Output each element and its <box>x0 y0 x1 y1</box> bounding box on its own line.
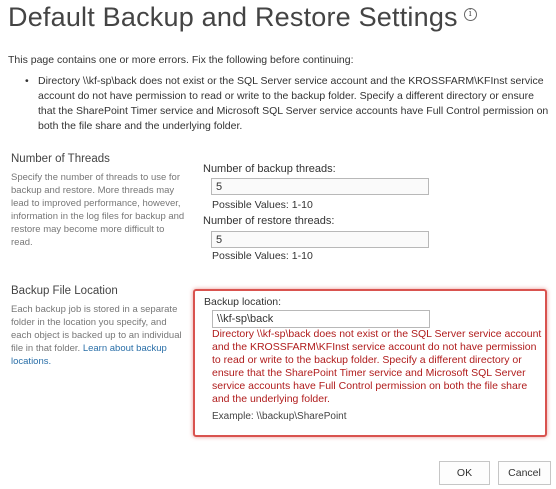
backup-threads-label: Number of backup threads: <box>203 163 336 175</box>
backup-threads-input[interactable] <box>211 178 429 195</box>
backup-location-error-box: Backup location: Directory \\kf-sp\back … <box>193 289 547 437</box>
restore-threads-label: Number of restore threads: <box>203 215 335 227</box>
backup-location-example: Example: \\backup\SharePoint <box>212 411 347 422</box>
ok-button[interactable]: OK <box>439 461 490 485</box>
restore-threads-hint: Possible Values: 1-10 <box>212 250 313 262</box>
location-section-title: Backup File Location <box>11 285 118 297</box>
threads-section-description: Specify the number of threads to use for… <box>11 172 185 248</box>
error-summary-intro: This page contains one or more errors. F… <box>8 54 354 66</box>
backup-location-input[interactable] <box>212 310 430 328</box>
backup-location-label: Backup location: <box>204 296 282 308</box>
threads-section-title: Number of Threads <box>11 153 110 165</box>
info-icon[interactable]: i <box>463 8 477 22</box>
restore-threads-input[interactable] <box>211 231 429 248</box>
error-summary-list: Directory \\kf-sp\back does not exist or… <box>24 74 550 134</box>
location-section-description: Each backup job is stored in a separate … <box>11 303 186 368</box>
cancel-button[interactable]: Cancel <box>498 461 551 485</box>
backup-location-error-message: Directory \\kf-sp\back does not exist or… <box>212 328 542 405</box>
error-summary-item: Directory \\kf-sp\back does not exist or… <box>24 74 550 134</box>
page-title: Default Backup and Restore Settings i <box>8 2 477 33</box>
page-title-text: Default Backup and Restore Settings <box>8 2 458 32</box>
backup-threads-hint: Possible Values: 1-10 <box>212 199 313 211</box>
